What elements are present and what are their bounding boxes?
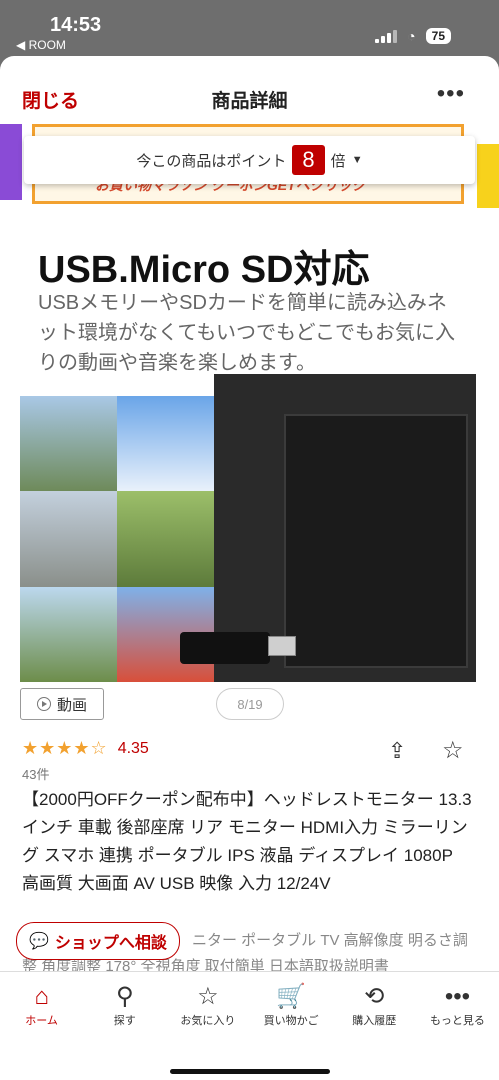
side-banner-left xyxy=(0,124,22,200)
nav-more-label: もっと見る xyxy=(429,1015,485,1027)
product-sheet: 閉じる 商品詳細 ••• お買い物マラソン クーポンGETへクリック 今この商品… xyxy=(0,56,499,1080)
nav-search[interactable]: ⚲ 探す xyxy=(83,972,166,1080)
monitor-image xyxy=(180,374,476,682)
cart-icon: 🛒 xyxy=(276,983,307,1010)
caret-down-icon: ▼ xyxy=(351,154,363,166)
monitor-back xyxy=(284,414,468,668)
home-indicator xyxy=(170,1069,330,1074)
nav-more[interactable]: ••• もっと見る xyxy=(416,972,499,1080)
play-icon xyxy=(36,697,51,711)
nav-favorites[interactable]: ☆ お気に入り xyxy=(166,972,249,1080)
scene-car xyxy=(117,491,214,587)
signal-icon xyxy=(375,29,398,43)
hero-subtitle: USBメモリーやSDカードを簡単に読み込みネット環境がなくてもいつでもどこでもお… xyxy=(38,292,455,374)
nav-search-label: 探す xyxy=(113,1015,136,1027)
video-button[interactable]: 動画 xyxy=(20,688,104,720)
nav-favorites-label: お気に入り xyxy=(180,1015,236,1027)
chat-icon: 💬 xyxy=(29,933,49,950)
rating-score: 4.35 xyxy=(117,739,149,757)
scene-cyclist xyxy=(20,586,117,682)
rating[interactable]: ★★★★☆ 4.35 xyxy=(22,738,149,759)
home-icon: ⌂ xyxy=(34,983,49,1010)
shop-consult-label: ショップへ相談 xyxy=(54,935,167,952)
more-icon[interactable]: ••• xyxy=(437,80,465,108)
status-indicators: ◔ 75 xyxy=(375,28,451,44)
hero-title: USB.Micro SD対応 xyxy=(38,249,370,291)
video-label: 動画 xyxy=(56,696,87,714)
star-icon: ☆ xyxy=(197,983,219,1010)
scene-skier xyxy=(117,396,214,492)
usb-port xyxy=(268,636,296,656)
sheet-header: 閉じる 商品詳細 ••• xyxy=(0,56,499,120)
nav-history-label: 購入履歴 xyxy=(352,1015,397,1027)
search-icon: ⚲ xyxy=(115,983,134,1010)
share-icon[interactable]: ⇪ xyxy=(388,738,406,764)
scene-highway xyxy=(20,396,117,492)
back-to-room[interactable]: ◀ ROOM xyxy=(16,38,66,52)
nav-cart-label: 買い物かご xyxy=(263,1015,319,1027)
side-banner-right xyxy=(477,144,499,208)
scene-mountain xyxy=(20,491,117,587)
history-icon: ⟲ xyxy=(364,983,385,1010)
points-multiplier: 8 xyxy=(292,145,325,175)
battery-icon: 75 xyxy=(425,28,451,44)
bottom-nav: ⌂ ホーム ⚲ 探す ☆ お気に入り 🛒 買い物かご ⟲ 購入履歴 ••• もっ… xyxy=(0,971,499,1080)
image-pager: 8/19 xyxy=(216,688,284,720)
status-bar: 14:53 ◀ ROOM ◔ 75 xyxy=(0,0,499,52)
page-title: 商品詳細 xyxy=(211,91,288,112)
nav-home[interactable]: ⌂ ホーム xyxy=(0,972,83,1080)
shop-consult-button[interactable]: 💬 ショップへ相談 xyxy=(16,922,180,960)
more-dots-icon: ••• xyxy=(444,983,471,1010)
product-name: 【2000円OFFクーポン配布中】ヘッドレストモニター 13.3インチ 車載 後… xyxy=(22,790,472,893)
status-time: 14:53 xyxy=(50,14,102,36)
points-popup[interactable]: 今この商品はポイント 8 倍 ▼ xyxy=(24,136,475,184)
nav-history[interactable]: ⟲ 購入履歴 xyxy=(333,972,416,1080)
usb-stick-image xyxy=(180,632,270,664)
nav-cart[interactable]: 🛒 買い物かご xyxy=(250,972,333,1080)
rating-stars-icon: ★★★★☆ xyxy=(22,738,108,758)
wifi-icon: ◔ xyxy=(407,28,416,44)
favorite-star-icon[interactable]: ☆ xyxy=(442,736,464,765)
nav-home-label: ホーム xyxy=(25,1015,58,1027)
points-prefix: 今この商品はポイント xyxy=(136,152,287,170)
review-count[interactable]: 43件 xyxy=(22,764,49,783)
points-suffix: 倍 xyxy=(330,152,346,170)
